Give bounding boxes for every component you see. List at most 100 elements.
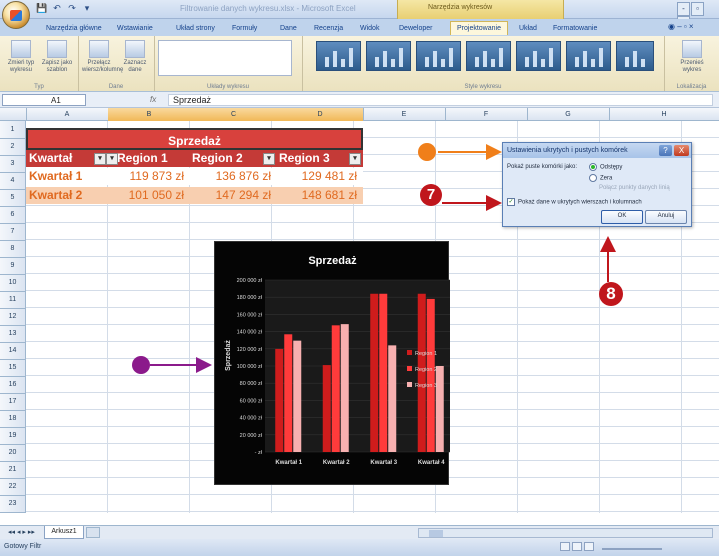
undo-icon[interactable]: ↶ <box>51 3 63 14</box>
bar-region-3-1[interactable] <box>293 340 302 452</box>
checkbox-checked-icon[interactable]: ✓ <box>507 198 515 206</box>
change-chart-type-button[interactable]: Zmień typ wykresu <box>4 40 38 74</box>
column-header-g[interactable]: G <box>527 108 610 121</box>
cell-kwartal-2[interactable]: Kwartał 2 <box>26 187 108 204</box>
filter-dropdown-icon[interactable]: ▾ <box>106 153 118 165</box>
chart-layouts-gallery[interactable] <box>158 40 292 76</box>
row-header-21[interactable]: 21 <box>0 461 25 479</box>
row-header-3[interactable]: 3 <box>0 155 25 173</box>
radio-gaps-icon[interactable] <box>589 163 597 171</box>
header-region-1[interactable]: Region 1 ▾ <box>106 150 190 167</box>
formula-input[interactable]: Sprzedaż <box>168 94 713 106</box>
tab-uklad-strony[interactable]: Układ strony <box>176 22 215 35</box>
row-header-5[interactable]: 5 <box>0 189 25 207</box>
bar-region-2-1[interactable] <box>284 334 293 452</box>
minimize-button[interactable]: - <box>677 2 690 16</box>
row-header-13[interactable]: 13 <box>0 325 25 343</box>
row-header-17[interactable]: 17 <box>0 393 25 411</box>
tab-deweloper[interactable]: Deweloper <box>399 22 432 35</box>
cell-q1-region-2[interactable]: 136 876 zł <box>190 168 277 185</box>
tab-uklad[interactable]: Układ <box>519 22 537 35</box>
ribbon-help-controls[interactable]: ◉ ‒ ▫ × <box>668 22 716 34</box>
chart-style-5[interactable] <box>516 41 561 71</box>
bar-region-1-2[interactable] <box>322 365 331 452</box>
cell-q2-region-3[interactable]: 148 681 zł <box>277 187 363 204</box>
row-header-18[interactable]: 18 <box>0 410 25 428</box>
bar-region-3-4[interactable] <box>435 366 444 452</box>
cancel-button[interactable]: Anuluj <box>645 210 687 224</box>
cell-kwartal-1[interactable]: Kwartał 1 <box>26 168 108 185</box>
tab-wstawianie[interactable]: Wstawianie <box>117 22 153 35</box>
table-title-cell[interactable]: Sprzedaż <box>26 128 363 150</box>
show-hidden-data-checkbox[interactable]: ✓ Pokaż dane w ukrytych wierszach i kolum… <box>507 198 642 206</box>
chart-style-2[interactable] <box>366 41 411 71</box>
row-header-10[interactable]: 10 <box>0 274 25 292</box>
tab-dane[interactable]: Dane <box>280 22 297 35</box>
select-all-corner[interactable] <box>0 108 27 121</box>
header-kwartal[interactable]: Kwartał ▾ <box>26 150 108 167</box>
column-header-e[interactable]: E <box>363 108 446 121</box>
chart-style-6[interactable] <box>566 41 611 71</box>
row-header-8[interactable]: 8 <box>0 240 25 258</box>
switch-row-column-button[interactable]: Przełącz wiersz/kolumnę <box>82 40 123 74</box>
tab-formatowanie[interactable]: Formatowanie <box>553 22 597 35</box>
row-header-15[interactable]: 15 <box>0 359 25 377</box>
ok-button[interactable]: OK <box>601 210 643 224</box>
row-header-12[interactable]: 12 <box>0 308 25 326</box>
insert-function-icon[interactable]: fx <box>150 95 156 104</box>
filter-dropdown-icon[interactable]: ▾ <box>263 153 275 165</box>
cell-q2-region-1[interactable]: 101 050 zł <box>108 187 190 204</box>
name-box[interactable]: A1 <box>2 94 86 106</box>
column-header-f[interactable]: F <box>445 108 528 121</box>
bar-region-2-2[interactable] <box>331 325 340 452</box>
office-button[interactable] <box>2 1 30 29</box>
column-header-h[interactable]: H <box>609 108 719 121</box>
bar-region-2-3[interactable] <box>379 293 388 452</box>
tab-widok[interactable]: Widok <box>360 22 379 35</box>
row-header-16[interactable]: 16 <box>0 376 25 394</box>
sheet-navigation-buttons[interactable]: ◂◂ ◂ ▸ ▸▸ <box>8 528 35 536</box>
radio-zeros-icon[interactable] <box>589 174 597 182</box>
option-gaps[interactable]: Odstępy <box>589 163 622 171</box>
row-header-20[interactable]: 20 <box>0 444 25 462</box>
select-data-button[interactable]: Zaznacz dane <box>118 40 152 74</box>
sales-chart[interactable]: Sprzedaż Sprzedaż 200 000 zł 180 000 zł 16… <box>214 241 450 486</box>
redo-icon[interactable]: ↷ <box>66 3 78 14</box>
option-zeros[interactable]: Zera <box>589 174 612 182</box>
row-header-7[interactable]: 7 <box>0 223 25 241</box>
filter-dropdown-icon[interactable]: ▾ <box>94 153 106 165</box>
row-header-9[interactable]: 9 <box>0 257 25 275</box>
chart-style-1[interactable] <box>316 41 361 71</box>
chart-plot-area[interactable]: 200 000 zł 180 000 zł 160 000 zł 140 000 zł… <box>215 242 450 486</box>
bar-region-1-3[interactable] <box>370 293 379 452</box>
row-header-6[interactable]: 6 <box>0 206 25 224</box>
help-button[interactable]: ? <box>659 145 672 156</box>
row-header-2[interactable]: 2 <box>0 138 25 156</box>
view-and-zoom-controls[interactable] <box>560 542 710 552</box>
column-header-a[interactable]: A <box>26 108 109 121</box>
column-header-d[interactable]: D <box>277 108 364 121</box>
chart-style-3[interactable] <box>416 41 461 71</box>
tab-projektowanie[interactable]: Projektowanie <box>450 21 508 35</box>
bar-region-1-1[interactable] <box>275 348 284 452</box>
filter-dropdown-icon[interactable]: ▾ <box>349 153 361 165</box>
column-header-c[interactable]: C <box>190 108 278 121</box>
save-as-template-button[interactable]: Zapisz jako szablon <box>40 40 74 74</box>
tab-formuly[interactable]: Formuły <box>232 22 257 35</box>
chart-style-4[interactable] <box>466 41 511 71</box>
row-header-14[interactable]: 14 <box>0 342 25 360</box>
customize-qat-icon[interactable]: ▾ <box>81 3 93 14</box>
horizontal-scrollbar[interactable] <box>418 528 713 538</box>
row-header-1[interactable]: 1 <box>0 121 25 139</box>
maximize-button[interactable]: ▫ <box>691 2 704 16</box>
header-region-3[interactable]: Region 3 ▾ <box>277 150 363 167</box>
header-region-2[interactable]: Region 2 ▾ <box>190 150 277 167</box>
row-header-19[interactable]: 19 <box>0 427 25 445</box>
bar-region-2-4[interactable] <box>426 298 435 452</box>
dialog-close-button[interactable]: X <box>674 145 689 156</box>
bar-region-3-3[interactable] <box>388 345 397 452</box>
row-header-4[interactable]: 4 <box>0 172 25 190</box>
tab-narzedzia-glowne[interactable]: Narzędzia główne <box>46 22 102 35</box>
row-header-11[interactable]: 11 <box>0 291 25 309</box>
sheet-tab-arkusz1[interactable]: Arkusz1 <box>44 526 84 539</box>
